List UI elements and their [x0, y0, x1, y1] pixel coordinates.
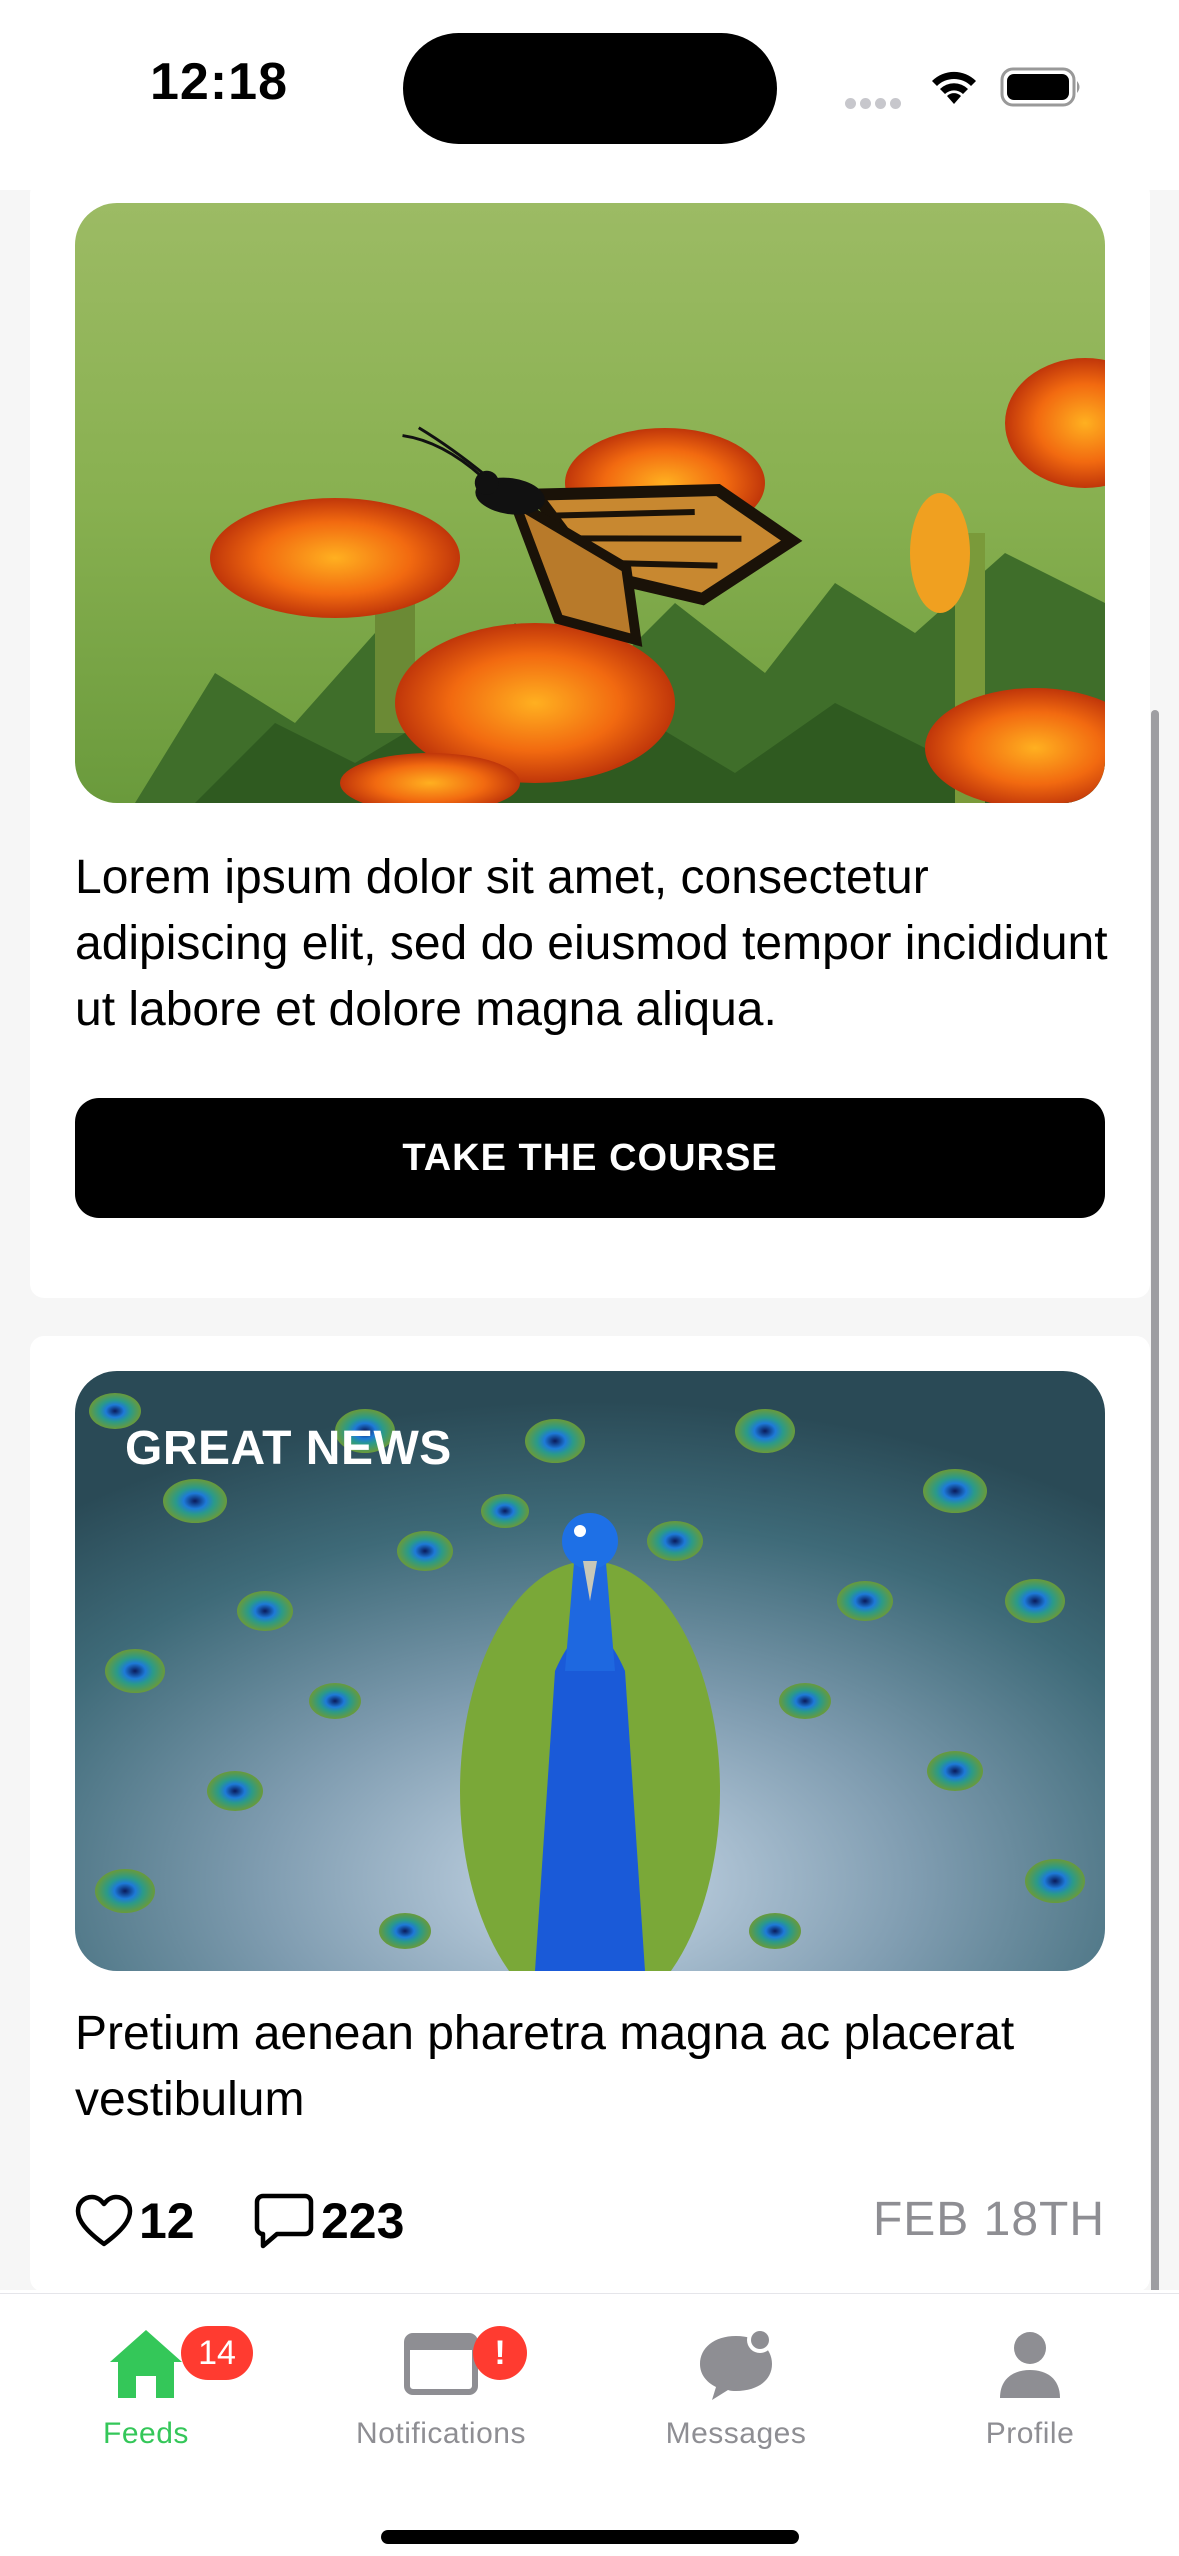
tab-notifications[interactable]: ! Notifications [311, 2314, 571, 2464]
comment-button[interactable]: 223 [253, 2186, 404, 2256]
feeds-badge: 14 [181, 2326, 253, 2380]
wifi-icon [932, 71, 976, 104]
battery-icon [1000, 67, 1080, 107]
person-icon [1000, 2332, 1060, 2398]
like-count: 12 [139, 2193, 195, 2249]
feed-card[interactable]: Lorem ipsum dolor sit amet, consectetur … [30, 190, 1150, 1298]
home-icon [110, 2330, 182, 2398]
cellular-signal-icon [845, 96, 907, 109]
status-time: 12:18 [150, 53, 288, 111]
take-course-button[interactable]: TAKE THE COURSE [75, 1098, 1105, 1218]
tab-profile[interactable]: Profile [900, 2314, 1160, 2464]
card-stats: 12 223 FEB 18TH [75, 2186, 1105, 2256]
butterfly-image [75, 203, 1105, 803]
status-bar: 12:18 [0, 0, 1179, 190]
tab-label: Profile [985, 2417, 1075, 2450]
tab-bar: 14 Feeds ! Notifications Messages Profil… [0, 2293, 1179, 2556]
tab-label: Feeds [103, 2417, 189, 2450]
great-news-label: GREAT NEWS [125, 1422, 452, 1475]
feed-card[interactable]: GREAT NEWS Pretium aenean pharetra magna… [30, 1336, 1150, 2290]
scrollbar[interactable] [1151, 710, 1159, 2290]
card-description: Lorem ipsum dolor sit amet, consectetur … [75, 851, 1108, 1036]
window-icon [404, 2333, 478, 2395]
peacock-image: GREAT NEWS [75, 1371, 1105, 1971]
heart-icon [75, 2194, 133, 2247]
comment-icon [254, 2193, 314, 2249]
dynamic-island [403, 33, 777, 144]
like-button[interactable]: 12 [75, 2186, 195, 2256]
tab-label: Messages [665, 2417, 807, 2450]
home-indicator[interactable] [381, 2530, 799, 2544]
post-date: FEB 18TH [872, 2193, 1105, 2246]
feed-list[interactable]: Lorem ipsum dolor sit amet, consectetur … [0, 190, 1179, 2290]
card-description: Pretium aenean pharetra magna ac placera… [75, 2007, 1015, 2126]
tab-label: Notifications [356, 2417, 526, 2450]
comment-count: 223 [321, 2193, 405, 2249]
notifications-badge: ! [473, 2326, 527, 2380]
tab-feeds[interactable]: 14 Feeds [16, 2314, 276, 2464]
chat-bubble-icon [700, 2327, 773, 2400]
tab-messages[interactable]: Messages [606, 2314, 866, 2464]
